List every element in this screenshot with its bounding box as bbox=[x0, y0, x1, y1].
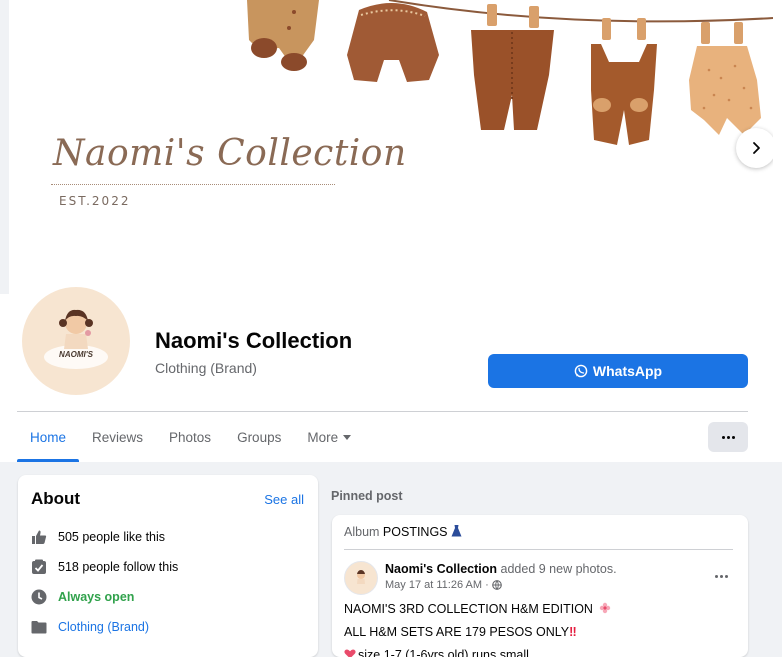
post-timestamp[interactable]: May 17 at 11:26 AM · bbox=[385, 579, 502, 591]
page-tabs: Home Reviews Photos Groups More bbox=[17, 412, 364, 462]
tab-photos-label: Photos bbox=[169, 429, 212, 445]
tab-reviews-label: Reviews bbox=[92, 429, 144, 445]
tab-groups[interactable]: Groups bbox=[224, 412, 294, 462]
heart-icon bbox=[344, 649, 356, 657]
page-title: Naomi's Collection bbox=[155, 328, 353, 353]
whatsapp-button-label: WhatsApp bbox=[592, 363, 663, 379]
tab-photos[interactable]: Photos bbox=[156, 412, 224, 462]
post-divider bbox=[344, 549, 733, 550]
pinned-post-heading: Pinned post bbox=[331, 489, 403, 503]
cover-next-button[interactable] bbox=[736, 128, 773, 168]
post-text-2: ALL H&M SETS ARE 179 PESOS ONLY bbox=[344, 625, 570, 639]
post-author-line: Naomi's Collection added 9 new photos. bbox=[385, 562, 617, 576]
flower-icon bbox=[600, 602, 611, 614]
post-text-1: NAOMI'S 3RD COLLECTION H&M EDITION bbox=[344, 602, 593, 616]
cover-brand-script: Naomi's Collection bbox=[53, 133, 407, 174]
page-category: Clothing (Brand) bbox=[155, 360, 257, 376]
ellipsis-icon bbox=[715, 575, 718, 578]
about-follows-row: 518 people follow this bbox=[31, 559, 178, 575]
about-title: About bbox=[31, 489, 81, 508]
double-exclamation-icon: ‼ bbox=[569, 625, 577, 639]
dress-icon bbox=[451, 525, 462, 537]
girl-logo-icon bbox=[44, 309, 108, 369]
tab-home-label: Home bbox=[30, 429, 67, 445]
girl-logo-icon bbox=[357, 570, 365, 584]
chevron-right-icon bbox=[753, 142, 760, 154]
caret-down-icon bbox=[343, 434, 352, 440]
tab-more[interactable]: More bbox=[294, 412, 364, 462]
album-prefix: Album bbox=[344, 525, 380, 539]
about-likes-row: 505 people like this bbox=[31, 529, 165, 545]
thumbs-up-icon bbox=[31, 529, 47, 545]
post-text-line-1: NAOMI'S 3RD COLLECTION H&M EDITION bbox=[344, 602, 611, 616]
profile-avatar[interactable]: NAOMI'S bbox=[20, 285, 132, 397]
album-name-link[interactable]: POSTINGS bbox=[383, 525, 448, 539]
post-options-button[interactable] bbox=[715, 575, 728, 578]
whatsapp-icon bbox=[574, 364, 588, 378]
about-hours-row: Always open bbox=[31, 589, 134, 605]
folder-icon bbox=[31, 619, 47, 635]
about-category-link[interactable]: Clothing (Brand) bbox=[58, 620, 149, 634]
post-author-avatar[interactable] bbox=[344, 561, 378, 595]
post-text-line-2: ALL H&M SETS ARE 179 PESOS ONLY‼ bbox=[344, 625, 577, 639]
about-likes-text: 505 people like this bbox=[58, 530, 166, 544]
avatar-logo-text: NAOMI'S bbox=[59, 350, 93, 359]
about-hours-text: Always open bbox=[58, 590, 135, 604]
post-time-text: May 17 at 11:26 AM · bbox=[385, 579, 489, 591]
cover-established: EST.2022 bbox=[59, 194, 131, 208]
clock-icon bbox=[31, 589, 47, 605]
post-author-name[interactable]: Naomi's Collection bbox=[385, 562, 497, 576]
post-text-line-3: size 1-7 (1-6yrs old) runs small bbox=[344, 648, 529, 657]
about-follows-text: 518 people follow this bbox=[58, 560, 179, 574]
tab-reviews[interactable]: Reviews bbox=[79, 412, 156, 462]
pinned-post-card: Album POSTINGS Naomi's Collection added … bbox=[332, 515, 748, 657]
post-action-text: added 9 new photos. bbox=[500, 562, 617, 576]
whatsapp-button[interactable]: WhatsApp bbox=[488, 354, 748, 388]
album-line: Album POSTINGS bbox=[344, 525, 462, 539]
follow-check-icon bbox=[31, 559, 47, 575]
post-text-3: size 1-7 (1-6yrs old) runs small bbox=[358, 648, 529, 657]
globe-icon bbox=[491, 580, 502, 590]
cover-left-gutter bbox=[0, 0, 9, 294]
cover-divider bbox=[51, 184, 335, 185]
tab-more-label: More bbox=[307, 429, 339, 445]
more-options-button[interactable] bbox=[708, 422, 748, 452]
tab-groups-label: Groups bbox=[237, 429, 282, 445]
about-see-all-link[interactable]: See all bbox=[264, 492, 304, 507]
tab-home[interactable]: Home bbox=[17, 412, 80, 462]
about-card: About See all 505 people like this 518 p… bbox=[18, 475, 318, 657]
about-category-row: Clothing (Brand) bbox=[31, 619, 149, 635]
ellipsis-icon bbox=[721, 435, 725, 439]
cover-photo[interactable]: Naomi's Collection EST.2022 bbox=[9, 0, 773, 294]
